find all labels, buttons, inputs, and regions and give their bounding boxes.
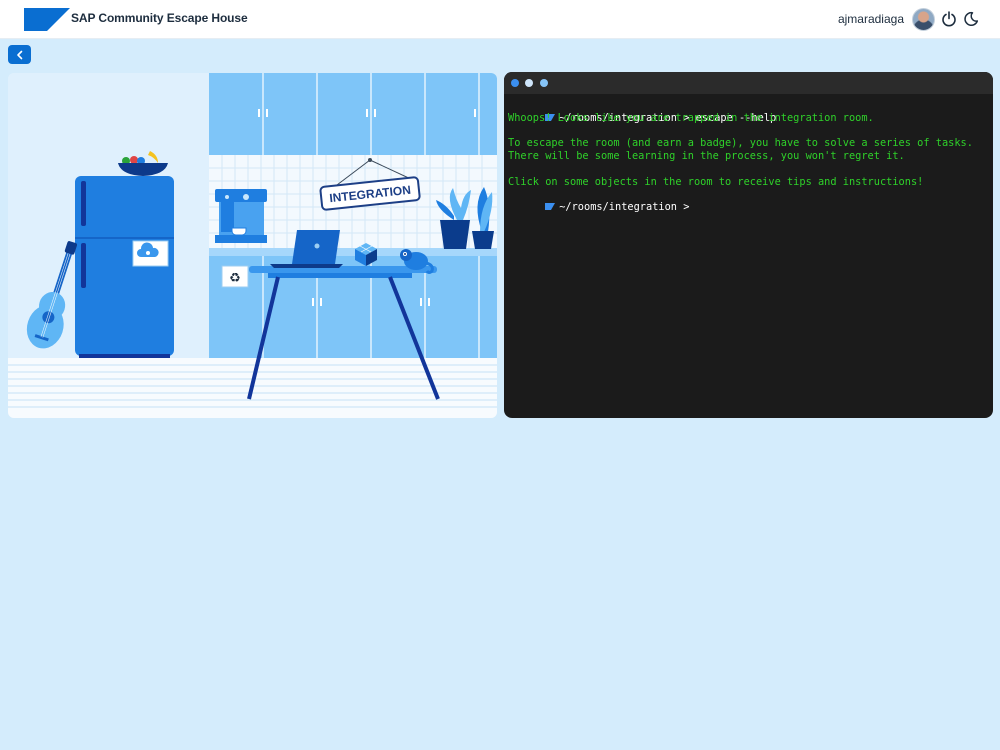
terminal-output: ~/rooms/integration > escape --help Whoo… <box>504 94 993 214</box>
terminal-output-line: To escape the room (and earn a badge), y… <box>508 137 973 150</box>
upper-cabinets <box>209 73 497 155</box>
window-dot-icon <box>540 79 548 87</box>
app-title: SAP Community Escape House <box>71 11 248 25</box>
fridge[interactable] <box>75 176 174 358</box>
back-button[interactable] <box>8 45 31 64</box>
lower-cabinets <box>209 248 497 358</box>
sap-logo <box>24 8 70 31</box>
terminal-prompt-line[interactable]: ~/rooms/integration > <box>508 189 989 213</box>
avatar[interactable] <box>912 8 935 31</box>
coffee-machine[interactable] <box>215 189 267 243</box>
svg-text:♻: ♻ <box>229 271 241 286</box>
prompt-arrow-icon <box>545 203 556 211</box>
terminal-command-line: ~/rooms/integration > escape --help <box>508 99 989 124</box>
terminal-output-line: Click on some objects in the room to rec… <box>508 175 924 188</box>
terminal-titlebar <box>504 72 993 94</box>
chevron-left-icon <box>16 50 22 59</box>
window-dot-icon <box>511 79 519 87</box>
recycle-sign[interactable]: ♻ <box>221 265 249 288</box>
power-icon[interactable] <box>941 11 957 27</box>
prompt-path: ~/rooms/integration > <box>559 201 690 214</box>
username[interactable]: ajmaradiaga <box>838 12 904 26</box>
terminal-window[interactable]: ~/rooms/integration > escape --help Whoo… <box>504 72 993 418</box>
terminal-output-line: Whoops! Looks like you are trapped in th… <box>508 111 874 124</box>
app-header: SAP Community Escape House ajmaradiaga <box>0 0 1000 39</box>
fridge-note[interactable] <box>132 240 169 267</box>
escape-room-scene: ♻ INTEGRATION <box>8 73 497 418</box>
terminal-output-line: There will be some learning in the proce… <box>508 150 905 163</box>
moon-icon[interactable] <box>963 11 979 27</box>
window-dot-icon <box>525 79 533 87</box>
